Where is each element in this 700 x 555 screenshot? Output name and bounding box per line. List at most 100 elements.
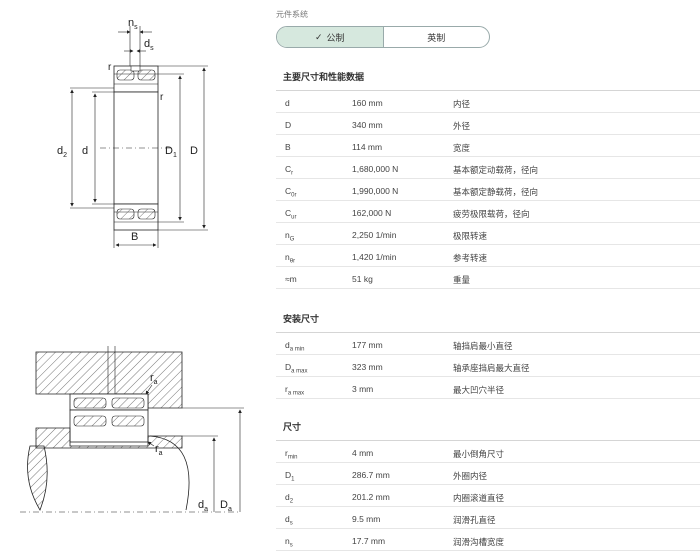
spec-description: 外径 — [453, 121, 471, 131]
spec-row: da min 177 mm 轴挡肩最小直径 — [276, 333, 700, 355]
label-D: D — [190, 145, 198, 157]
spec-description: 参考转速 — [453, 253, 488, 263]
spec-description: 内圈滚道直径 — [453, 493, 505, 503]
spec-symbol-main: ≈m — [285, 274, 297, 284]
imperial-label: 英制 — [427, 32, 446, 43]
spec-row: ds 9.5 mm 润滑孔直径 — [276, 507, 700, 529]
label-ds-sub: s — [150, 45, 154, 52]
spec-symbol: ≈m — [285, 274, 297, 287]
spec-row: rmin 4 mm 最小倒角尺寸 — [276, 441, 700, 463]
spec-value: 114 mm — [352, 142, 383, 152]
label-d2-sub: 2 — [63, 152, 67, 159]
label-ra-bottom-sub: a — [159, 450, 163, 457]
spec-value: 51 kg — [352, 274, 373, 284]
spec-symbol: D — [285, 120, 291, 133]
spec-symbol-sub: s — [289, 520, 293, 527]
spec-symbol: nG — [285, 230, 294, 243]
spec-symbol-sub: 1 — [291, 476, 295, 483]
spec-value: 1,990,000 N — [352, 186, 399, 196]
spec-row: ra max 3 mm 最大凹穴半径 — [276, 377, 700, 399]
imperial-option[interactable]: 英制 — [384, 27, 490, 47]
spec-row: Cur 162,000 N 疲劳极限载荷，径向 — [276, 201, 700, 223]
spec-description: 润滑孔直径 — [453, 515, 496, 525]
spec-symbol-main: D — [285, 120, 292, 130]
spec-symbol: Cur — [285, 208, 296, 221]
spec-value: 160 mm — [352, 98, 383, 108]
spec-description: 轴承座挡肩最大直径 — [453, 363, 530, 373]
spec-row: D1 286.7 mm 外圈内径 — [276, 463, 700, 485]
spec-symbol-sub: a max — [287, 390, 305, 397]
spec-value: 9.5 mm — [352, 514, 381, 524]
metric-label: 公制 — [326, 32, 345, 43]
spec-description: 轴挡肩最小直径 — [453, 341, 513, 351]
spec-symbol-main: B — [285, 142, 291, 152]
spec-description: 外圈内径 — [453, 471, 488, 481]
spec-value: 2,250 1/min — [352, 230, 397, 240]
spec-symbol-sub: θr — [289, 258, 296, 265]
spec-value: 201.2 mm — [352, 492, 390, 502]
spec-row: nθr 1,420 1/min 参考转速 — [276, 245, 700, 267]
spec-row: ≈m 51 kg 重量 — [276, 267, 700, 289]
section-title: 主要尺寸和性能数据 — [283, 72, 365, 82]
spec-symbol: nθr — [285, 252, 295, 265]
label-Da-sub: a — [228, 506, 232, 513]
svg-text:Da: Da — [220, 499, 232, 513]
specifications-panel: 元件系统 ✓ 公制 英制 主要尺寸和性能数据 d 160 mm 内径 D 340 mm 外径… — [276, 0, 700, 555]
spec-symbol: d — [285, 98, 290, 111]
spec-row: d 160 mm 内径 — [276, 91, 700, 113]
label-r-inner: r — [160, 92, 164, 103]
spec-description: 宽度 — [453, 143, 471, 153]
label-ns-sub: s — [134, 24, 138, 31]
spec-description: 极限转速 — [453, 231, 488, 241]
spec-symbol-sub: r — [291, 170, 294, 177]
spec-value: 340 mm — [352, 120, 383, 130]
spec-description: 重量 — [453, 275, 471, 285]
spec-description: 基本额定静载荷，径向 — [453, 187, 539, 197]
spec-symbol: B — [285, 142, 291, 155]
spec-row: ns 17.7 mm 润滑沟槽宽度 — [276, 529, 700, 551]
spec-value: 17.7 mm — [352, 536, 386, 546]
spec-symbol-sub: 2 — [289, 498, 294, 505]
spec-symbol-sub: G — [289, 236, 295, 243]
spec-symbol: ra max — [285, 384, 304, 397]
spec-value: 3 mm — [352, 384, 374, 394]
spec-description: 基本额定动载荷，径向 — [453, 165, 539, 175]
spec-description: 最大凹穴半径 — [453, 385, 505, 395]
spec-symbol: ns — [285, 536, 293, 549]
label-ra-top-sub: a — [154, 379, 158, 386]
spec-description: 内径 — [453, 99, 471, 109]
spec-symbol: da min — [285, 340, 304, 353]
spec-symbol: d2 — [285, 492, 293, 505]
spec-value: 323 mm — [352, 362, 383, 372]
spec-symbol: rmin — [285, 448, 298, 461]
section-title: 安装尺寸 — [283, 314, 320, 324]
spec-value: 162,000 N — [352, 208, 392, 218]
metric-option[interactable]: ✓ 公制 — [277, 27, 384, 47]
svg-text:D1: D1 — [165, 145, 177, 159]
label-D1: D — [165, 145, 173, 157]
spec-value: 1,420 1/min — [352, 252, 397, 262]
svg-text:ns: ns — [128, 17, 138, 31]
spec-symbol-sub: a min — [289, 346, 305, 353]
spec-description: 润滑沟槽宽度 — [453, 537, 505, 547]
spec-symbol: Cr — [285, 164, 293, 177]
spec-description: 最小倒角尺寸 — [453, 449, 505, 459]
spec-value: 286.7 mm — [352, 470, 390, 480]
svg-text:d2: d2 — [57, 145, 67, 159]
spec-symbol-sub: s — [289, 542, 293, 549]
spec-row: Da max 323 mm 轴承座挡肩最大直径 — [276, 355, 700, 377]
bearing-section-drawing: ns ds r r d2 d D1 D B — [57, 17, 208, 248]
label-da-sub: a — [204, 506, 208, 513]
spec-symbol: D1 — [285, 470, 294, 483]
spec-symbol: C0r — [285, 186, 296, 199]
unit-system-label: 元件系统 — [276, 10, 308, 19]
label-D1-sub: 1 — [173, 152, 177, 159]
label-d: d — [82, 145, 88, 157]
spec-value: 177 mm — [352, 340, 383, 350]
mounting-drawing: ra ra da Da — [20, 346, 244, 513]
label-r-outer: r — [108, 62, 112, 73]
spec-symbol-sub: 0r — [291, 192, 297, 199]
spec-row: Cr 1,680,000 N 基本额定动载荷，径向 — [276, 157, 700, 179]
spec-row: D 340 mm 外径 — [276, 113, 700, 135]
spec-row: nG 2,250 1/min 极限转速 — [276, 223, 700, 245]
